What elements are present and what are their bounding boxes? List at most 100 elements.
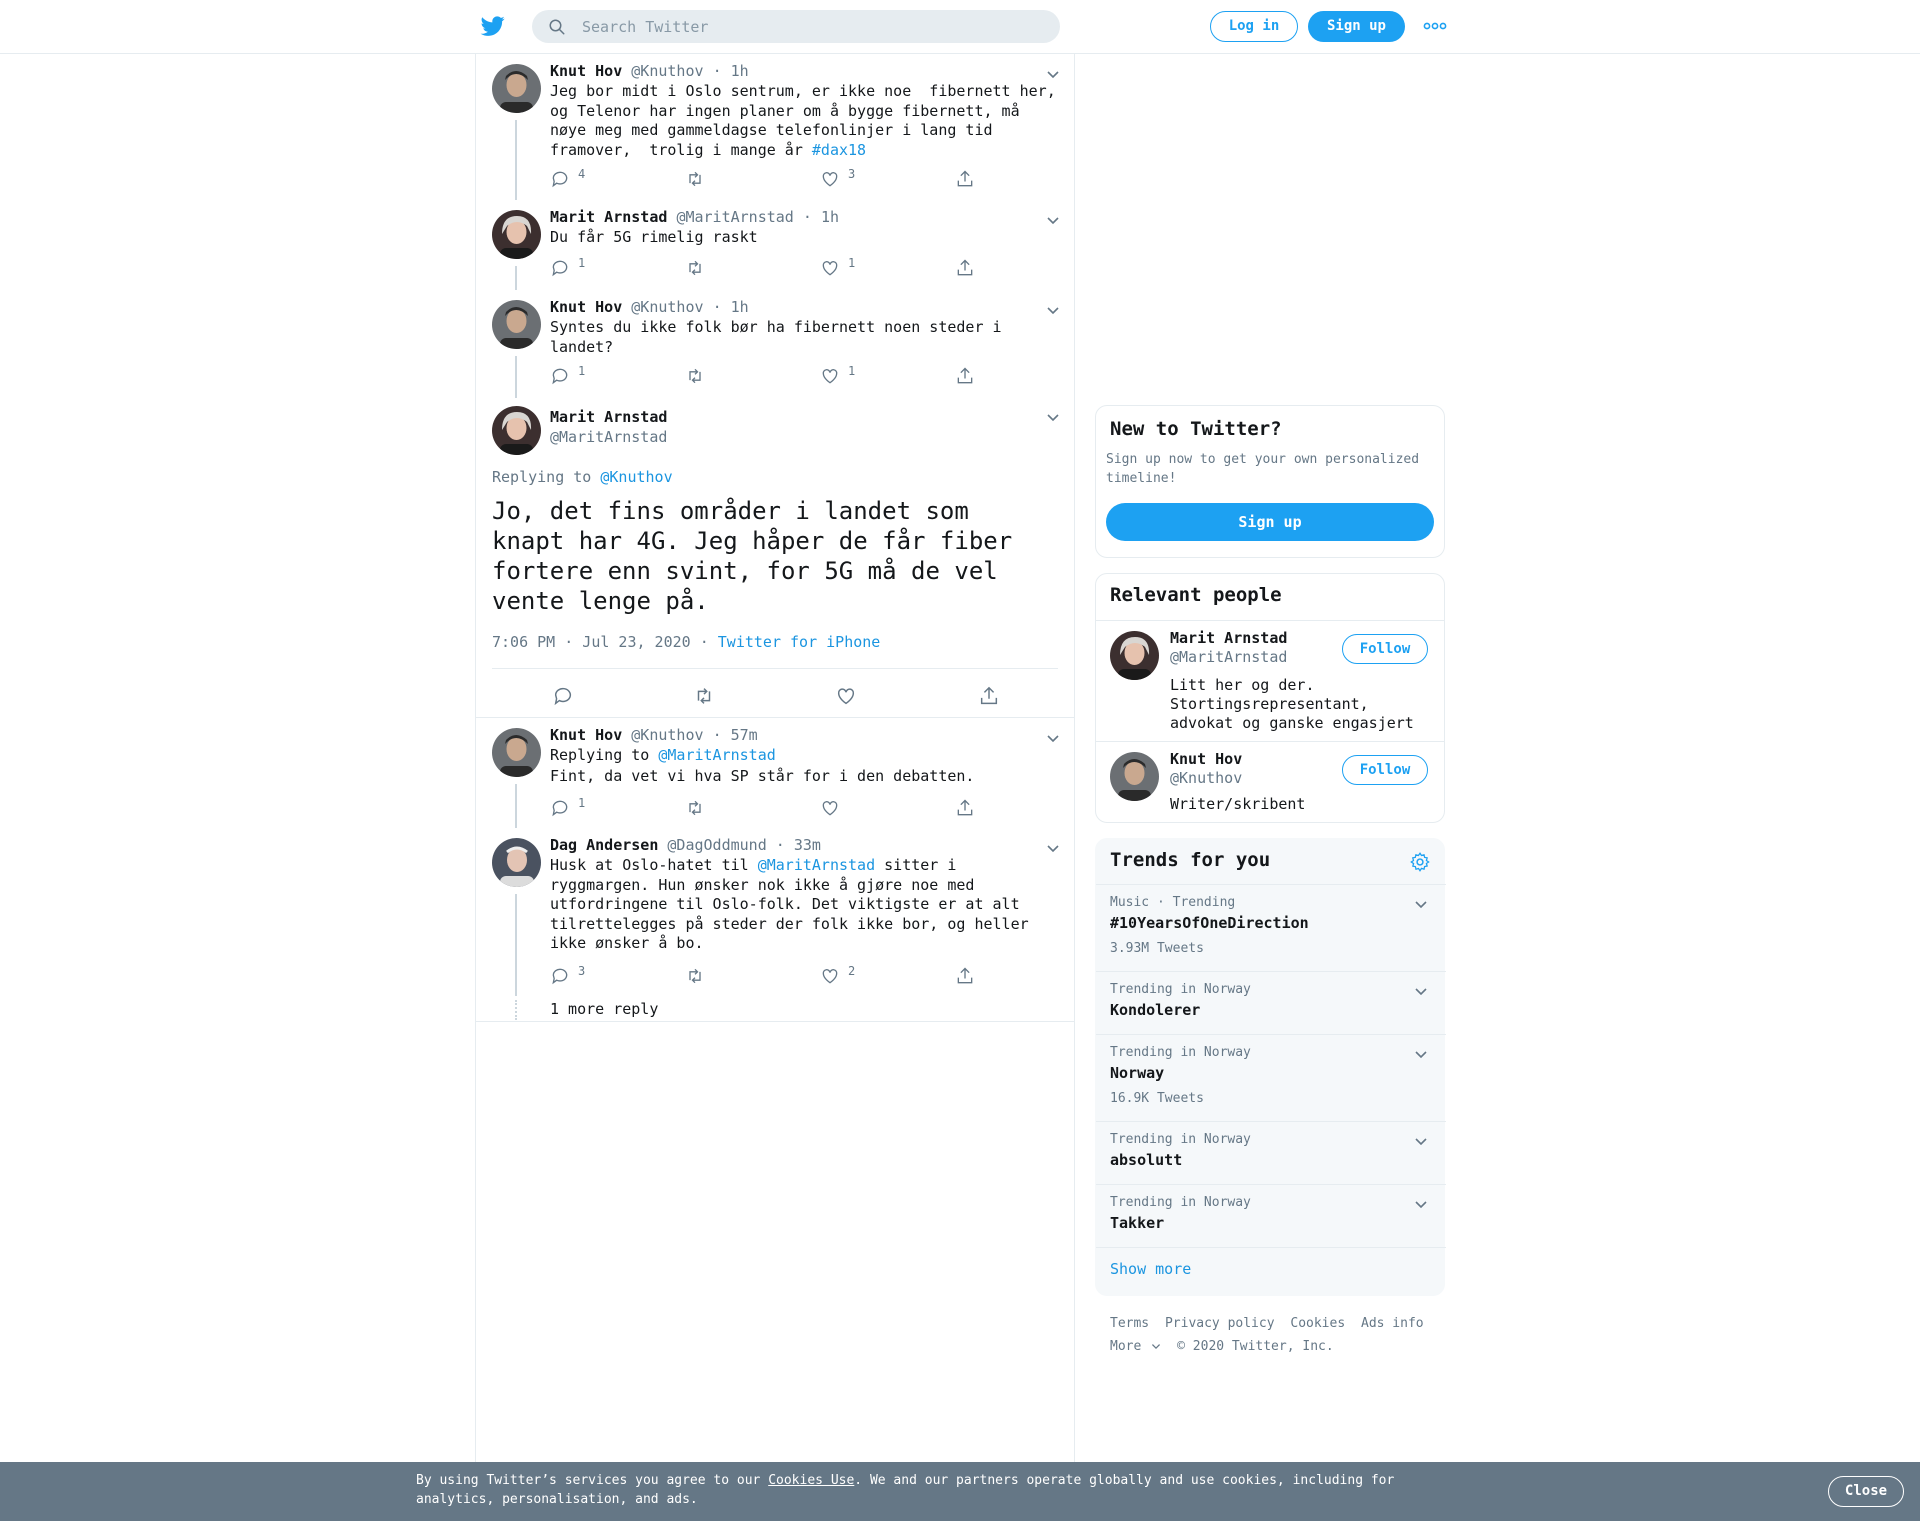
- author-name[interactable]: Knut Hov: [550, 62, 622, 80]
- trend-item[interactable]: Trending in Norway Takker: [1096, 1184, 1446, 1247]
- tweet[interactable]: Dag Andersen @DagOddmund · 33m Husk at O…: [476, 828, 1074, 1076]
- chevron-down-icon[interactable]: [1046, 843, 1060, 853]
- author-handle[interactable]: @Knuthov: [631, 726, 703, 744]
- like-button[interactable]: [820, 798, 840, 820]
- chevron-down-icon[interactable]: [1046, 305, 1060, 315]
- share-icon[interactable]: [978, 685, 1000, 707]
- footer-more-menu[interactable]: More: [1110, 1339, 1161, 1354]
- share-button[interactable]: [955, 169, 975, 191]
- chevron-down-icon[interactable]: [1046, 733, 1060, 743]
- login-button[interactable]: Log in: [1210, 11, 1298, 42]
- share-button[interactable]: [955, 966, 975, 988]
- author-handle[interactable]: @DagOddmund: [667, 836, 766, 854]
- trend-item[interactable]: Trending in Norway Norway 16.9K Tweets: [1096, 1034, 1446, 1121]
- tweet-time[interactable]: 1h: [731, 62, 749, 80]
- chevron-down-icon[interactable]: [1414, 1199, 1428, 1209]
- mention-link[interactable]: @Knuthov: [600, 468, 672, 486]
- cookies-use-link[interactable]: Cookies Use: [768, 1473, 854, 1488]
- reply-button[interactable]: 3: [550, 964, 585, 988]
- signup-button[interactable]: Sign up: [1308, 11, 1405, 42]
- chevron-down-icon[interactable]: [1414, 1049, 1428, 1059]
- avatar[interactable]: [492, 838, 541, 887]
- like-button[interactable]: 1: [820, 364, 855, 388]
- chevron-down-icon[interactable]: [1414, 899, 1428, 909]
- chevron-down-icon[interactable]: [1046, 215, 1060, 225]
- hashtag-link[interactable]: #dax18: [812, 141, 866, 159]
- like-button[interactable]: 1: [820, 256, 855, 280]
- mention-link[interactable]: @MaritArnstad: [758, 856, 875, 874]
- retweet-button[interactable]: [685, 258, 705, 280]
- trend-name[interactable]: Norway: [1110, 1064, 1164, 1082]
- retweet-icon[interactable]: [693, 685, 715, 707]
- like-button[interactable]: 2: [820, 964, 855, 988]
- trend-item[interactable]: Trending in Norway Kondolerer: [1096, 971, 1446, 1034]
- gear-icon[interactable]: [1409, 851, 1431, 873]
- person-item[interactable]: Knut Hov @Knuthov Writer/skribent Follow: [1096, 741, 1444, 822]
- avatar[interactable]: [492, 210, 541, 259]
- footer-link-ads[interactable]: Ads info: [1361, 1316, 1424, 1331]
- search-input[interactable]: [582, 10, 1042, 43]
- mention-link[interactable]: @MaritArnstad: [658, 746, 775, 764]
- person-handle[interactable]: @Knuthov: [1170, 769, 1242, 787]
- show-more-link[interactable]: Show more: [1110, 1260, 1191, 1278]
- reply-button[interactable]: 1: [550, 256, 585, 280]
- tweet-time[interactable]: 33m: [794, 836, 821, 854]
- trend-name[interactable]: Takker: [1110, 1214, 1164, 1232]
- person-item[interactable]: Marit Arnstad @MaritArnstad Litt her og …: [1096, 620, 1444, 741]
- reply-button[interactable]: 4: [550, 167, 585, 191]
- more-replies-link[interactable]: 1 more reply: [550, 1000, 1060, 1020]
- reply-button[interactable]: 1: [550, 796, 585, 820]
- chevron-down-icon[interactable]: [1414, 1136, 1428, 1146]
- avatar[interactable]: [1110, 631, 1159, 680]
- tweet[interactable]: Marit Arnstad @MaritArnstad · 1h Du får …: [476, 200, 1074, 290]
- trend-name[interactable]: #10YearsOfOneDirection: [1110, 914, 1309, 932]
- avatar[interactable]: [492, 406, 541, 455]
- avatar[interactable]: [492, 64, 541, 113]
- chevron-down-icon[interactable]: [1414, 986, 1428, 996]
- footer-link-terms[interactable]: Terms: [1110, 1316, 1149, 1331]
- person-name[interactable]: Marit Arnstad: [1170, 629, 1287, 647]
- retweet-button[interactable]: [685, 169, 705, 191]
- tweet-time[interactable]: 1h: [731, 298, 749, 316]
- footer-link-privacy[interactable]: Privacy policy: [1165, 1316, 1275, 1331]
- tweet[interactable]: Knut Hov @Knuthov · 57m Replying to @Mar…: [476, 718, 1074, 828]
- author-name[interactable]: Knut Hov: [550, 726, 622, 744]
- person-name[interactable]: Knut Hov: [1170, 750, 1242, 768]
- tweet-time[interactable]: 57m: [731, 726, 758, 744]
- like-button[interactable]: 3: [820, 167, 855, 191]
- trend-name[interactable]: Kondolerer: [1110, 1001, 1200, 1019]
- search-box[interactable]: [532, 10, 1060, 43]
- tweet-time[interactable]: 1h: [821, 208, 839, 226]
- chevron-down-icon[interactable]: [1046, 69, 1060, 79]
- author-name[interactable]: Knut Hov: [550, 298, 622, 316]
- author-handle[interactable]: @MaritArnstad: [550, 428, 667, 446]
- tweet[interactable]: Knut Hov @Knuthov · 1h Syntes du ikke fo…: [476, 290, 1074, 398]
- author-handle[interactable]: @Knuthov: [631, 298, 703, 316]
- trend-item[interactable]: Trending in Norway absolutt: [1096, 1121, 1446, 1184]
- twitter-bird-icon[interactable]: [480, 14, 506, 38]
- footer-link-cookies[interactable]: Cookies: [1290, 1316, 1345, 1331]
- follow-button[interactable]: Follow: [1342, 755, 1428, 785]
- author-handle[interactable]: @MaritArnstad: [676, 208, 793, 226]
- more-options-icon[interactable]: [1422, 16, 1448, 36]
- author-handle[interactable]: @Knuthov: [631, 62, 703, 80]
- sidebar-signup-button[interactable]: Sign up: [1106, 503, 1434, 541]
- follow-button[interactable]: Follow: [1342, 634, 1428, 664]
- retweet-button[interactable]: [685, 366, 705, 388]
- author-name[interactable]: Marit Arnstad: [550, 408, 667, 426]
- reply-button[interactable]: 1: [550, 364, 585, 388]
- avatar[interactable]: [1110, 752, 1159, 801]
- tweet[interactable]: Knut Hov @Knuthov · 1h Jeg bor midt i Os…: [476, 54, 1074, 200]
- avatar[interactable]: [492, 300, 541, 349]
- share-button[interactable]: [955, 798, 975, 820]
- share-button[interactable]: [955, 258, 975, 280]
- tweet-source-link[interactable]: Twitter for iPhone: [718, 633, 881, 651]
- retweet-button[interactable]: [685, 966, 705, 988]
- retweet-button[interactable]: [685, 798, 705, 820]
- chevron-down-icon[interactable]: [1046, 412, 1060, 422]
- reply-icon[interactable]: [552, 685, 574, 707]
- author-name[interactable]: Dag Andersen: [550, 836, 658, 854]
- heart-icon[interactable]: [835, 685, 857, 707]
- avatar[interactable]: [492, 728, 541, 777]
- close-button[interactable]: Close: [1828, 1476, 1904, 1507]
